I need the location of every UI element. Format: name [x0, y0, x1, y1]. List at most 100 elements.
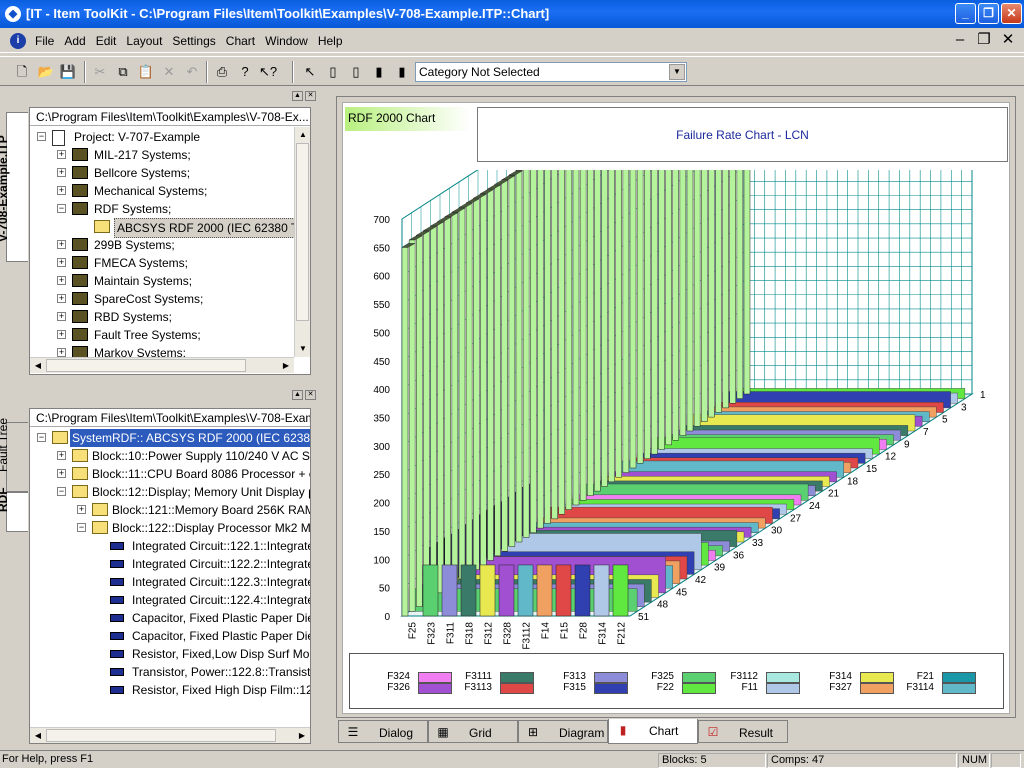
collapse-icon[interactable]: −: [37, 132, 46, 141]
tree-item[interactable]: +299B Systems;: [30, 236, 310, 254]
undo-icon[interactable]: ↶: [182, 62, 202, 82]
scroll-thumb[interactable]: [46, 729, 276, 742]
collapse-icon[interactable]: −: [57, 204, 66, 213]
scroll-left-icon[interactable]: ◀: [30, 728, 46, 744]
collapse-icon[interactable]: −: [57, 487, 66, 496]
tab-project-file[interactable]: V-708-Example.ITP: [0, 112, 28, 262]
restore-button[interactable]: ❐: [978, 3, 999, 24]
menu-settings[interactable]: Settings: [167, 34, 220, 48]
pointer-icon[interactable]: ↖: [300, 62, 320, 82]
project-tree-vscroll[interactable]: ▲ ▼: [294, 127, 310, 357]
expand-icon[interactable]: +: [57, 451, 66, 460]
tree-item[interactable]: − SystemRDF:: ABCSYS RDF 2000 (IEC 62380 …: [30, 429, 310, 447]
tree-item[interactable]: + Maintain Systems;: [30, 272, 310, 290]
collapse-icon[interactable]: −: [77, 523, 86, 532]
mdi-minimize-button[interactable]: –: [950, 30, 970, 52]
paste-icon[interactable]: 📋: [136, 62, 156, 82]
mdi-close-button[interactable]: ✕: [998, 30, 1018, 52]
expand-icon[interactable]: +: [57, 240, 66, 249]
print-icon[interactable]: ⎙: [212, 62, 232, 82]
mdi-restore-button[interactable]: ❐: [974, 30, 994, 52]
close-button[interactable]: ✕: [1001, 3, 1022, 24]
tree-item[interactable]: + Fault Tree Systems;: [30, 326, 310, 344]
tree-item[interactable]: − Block::12::Display; Memory Unit Display…: [30, 483, 310, 501]
tree-item[interactable]: + Bellcore Systems;: [30, 164, 310, 182]
menu-file[interactable]: File: [30, 34, 59, 48]
scroll-right-icon[interactable]: ▶: [294, 728, 310, 744]
add-block-icon[interactable]: ▯: [323, 62, 343, 82]
open-folder-icon[interactable]: 📂: [36, 62, 56, 82]
collapse-icon[interactable]: −: [37, 433, 46, 442]
scroll-thumb[interactable]: [296, 143, 309, 321]
menu-help[interactable]: Help: [313, 34, 348, 48]
delete-icon[interactable]: ✕: [159, 62, 179, 82]
expand-icon[interactable]: +: [57, 312, 66, 321]
tree-item[interactable]: Transistor, Power::122.8::Transistor, F: [30, 663, 310, 681]
menu-layout[interactable]: Layout: [121, 34, 167, 48]
expand-icon[interactable]: +: [57, 348, 66, 357]
failure-rate-chart[interactable]: 7006506005505004504003503002502001501005…: [342, 170, 1002, 650]
tab-result[interactable]: ☑ Result: [698, 720, 788, 743]
tree-item[interactable]: + SpareCost Systems;: [30, 290, 310, 308]
expand-icon[interactable]: +: [57, 294, 66, 303]
save-icon[interactable]: 💾: [58, 62, 78, 82]
add-part-icon[interactable]: ▮: [392, 62, 412, 82]
new-file-icon[interactable]: 🗋: [12, 62, 32, 82]
app-icon[interactable]: ◆: [5, 6, 21, 22]
scroll-left-icon[interactable]: ◀: [30, 358, 46, 374]
scroll-down-icon[interactable]: ▼: [295, 341, 311, 357]
tree-item[interactable]: Resistor, Fixed High Disp Film::122.9::: [30, 681, 310, 699]
expand-icon[interactable]: +: [57, 186, 66, 195]
tree-item[interactable]: Integrated Circuit::122.3::Integrated C: [30, 573, 310, 591]
tab-chart[interactable]: ▮ Chart: [608, 719, 698, 744]
tab-diagram[interactable]: ⊞ Diagram: [518, 720, 608, 743]
add-subblock-icon[interactable]: ▯: [346, 62, 366, 82]
tree-item[interactable]: Integrated Circuit::122.1::Integrated C: [30, 537, 310, 555]
tree-item[interactable]: + FMECA Systems;: [30, 254, 310, 272]
expand-icon[interactable]: +: [57, 258, 66, 267]
scroll-thumb[interactable]: [46, 359, 246, 372]
tree-item-project[interactable]: − Project: V-707-Example: [30, 128, 310, 146]
expand-icon[interactable]: +: [57, 276, 66, 285]
context-help-icon[interactable]: ↖?: [258, 62, 278, 82]
help-icon[interactable]: ?: [235, 62, 255, 82]
tree-item[interactable]: − RDF Systems;: [30, 200, 310, 218]
tree-item[interactable]: ABCSYS RDF 2000 (IEC 62380 TR E: [30, 218, 310, 238]
scroll-up-icon[interactable]: ▲: [295, 127, 311, 143]
tree-item[interactable]: + MIL-217 Systems;: [30, 146, 310, 164]
tree-item[interactable]: − Block::122::Display Processor Mk2 Monoc: [30, 519, 310, 537]
scroll-right-icon[interactable]: ▶: [278, 358, 294, 374]
menu-window[interactable]: Window: [260, 34, 313, 48]
menu-chart[interactable]: Chart: [221, 34, 260, 48]
add-component-icon[interactable]: ▮: [369, 62, 389, 82]
tree-item[interactable]: Capacitor, Fixed Plastic Paper Dielect: [30, 609, 310, 627]
tab-rdf[interactable]: RDF: [0, 487, 28, 532]
tree-item[interactable]: Resistor, Fixed,Low Disp Surf Mount/l: [30, 645, 310, 663]
tree-item[interactable]: + RBD Systems;: [30, 308, 310, 326]
chevron-down-icon[interactable]: ▼: [669, 64, 685, 80]
tab-fault-tree[interactable]: Fault Tree: [0, 418, 28, 492]
tab-grid[interactable]: ▦ Grid: [428, 720, 518, 743]
expand-icon[interactable]: +: [57, 168, 66, 177]
copy-icon[interactable]: ⧉: [113, 62, 133, 82]
tree-item[interactable]: Capacitor, Fixed Plastic Paper Dielect: [30, 627, 310, 645]
tree-item[interactable]: + Block::10::Power Supply 110/240 V AC Su…: [30, 447, 310, 465]
tab-dialog[interactable]: ☰ Dialog: [338, 720, 428, 743]
tree-item[interactable]: + Mechanical Systems;: [30, 182, 310, 200]
tree-item[interactable]: Integrated Circuit::122.4::Integrated C: [30, 591, 310, 609]
expand-icon[interactable]: +: [77, 505, 86, 514]
category-select[interactable]: Category Not Selected ▼: [415, 62, 687, 82]
minimize-button[interactable]: _: [955, 3, 976, 24]
project-tree-hscroll[interactable]: ◀ ▶: [30, 357, 294, 373]
panel-close-icon[interactable]: ✕: [305, 390, 316, 400]
panel-pin-icon[interactable]: ▲: [292, 390, 303, 400]
panel-close-icon[interactable]: ✕: [305, 91, 316, 101]
tree-item[interactable]: + Block::11::CPU Board 8086 Processor + o…: [30, 465, 310, 483]
rdf-tree-hscroll[interactable]: ◀ ▶: [30, 727, 310, 743]
menu-add[interactable]: Add: [59, 34, 90, 48]
tree-item[interactable]: Integrated Circuit::122.2::Integrated C: [30, 555, 310, 573]
panel-pin-icon[interactable]: ▲: [292, 91, 303, 101]
cut-icon[interactable]: ✂: [90, 62, 110, 82]
expand-icon[interactable]: +: [57, 150, 66, 159]
document-menu-icon[interactable]: i: [10, 33, 26, 49]
